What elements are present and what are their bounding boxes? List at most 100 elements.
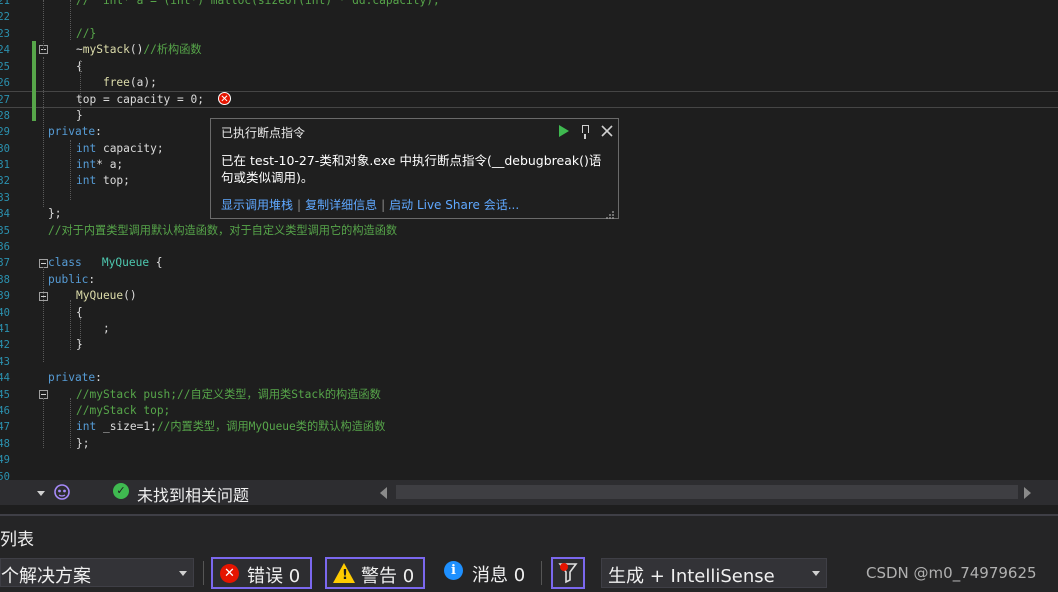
line-number: 31 (0, 159, 10, 171)
code-line[interactable]: 40{ (0, 305, 1058, 322)
scope-dropdown[interactable]: 个解决方案 (0, 558, 194, 587)
line-number: 44 (0, 372, 10, 385)
code-line[interactable]: 41 ; (0, 321, 1058, 338)
code-text: public: (48, 272, 96, 286)
change-indicator (32, 41, 36, 121)
indent-guide (70, 398, 71, 448)
indent-guide (43, 398, 44, 448)
check-circle-icon: ✓ (113, 483, 129, 499)
warnings-label: 警告 0 (361, 566, 415, 587)
scope-label: 个解决方案 (1, 566, 91, 587)
code-text: //对于内置类型调用默认构造函数，对于自定义类型调用它的构造函数 (48, 223, 398, 237)
scroll-left-icon[interactable] (380, 487, 387, 499)
line-number: 34 (0, 208, 10, 221)
filter-button[interactable] (551, 557, 585, 589)
build-source-label: 生成 + IntelliSense (608, 566, 775, 587)
code-text: private: (48, 371, 102, 385)
zoom-dropdown[interactable] (0, 482, 50, 503)
error-icon: ✕ (220, 564, 239, 583)
code-line[interactable]: 43 (0, 354, 1058, 371)
line-number: 47 (0, 421, 10, 434)
code-line[interactable]: 22 (0, 9, 1058, 26)
warnings-filter-button[interactable]: 警告 0 (325, 557, 425, 589)
indent-guide (80, 318, 81, 348)
line-number: 39 (0, 290, 10, 303)
scroll-right-icon[interactable] (1024, 487, 1031, 499)
code-line[interactable]: 46 //myStack top; (0, 403, 1058, 420)
filter-icon (558, 563, 578, 584)
watermark: CSDN @m0_74979625 (866, 564, 1037, 582)
messages-label[interactable]: 消息 0 (472, 561, 525, 587)
indent-guide (70, 0, 71, 40)
separator (203, 561, 204, 585)
errors-filter-button[interactable]: ✕ 错误 0 (211, 557, 312, 589)
code-text: ; (76, 322, 110, 335)
line-number: 40 (0, 306, 10, 319)
copy-details-link[interactable]: 复制详细信息 (305, 198, 377, 212)
code-line[interactable]: 35 //对于内置类型调用默认构造函数，对于自定义类型调用它的构造函数 (0, 223, 1058, 240)
issues-status[interactable]: 未找到相关问题 (137, 482, 249, 506)
line-number: 35 (0, 224, 10, 237)
popup-message: 已在 test-10-27-类和对象.exe 中执行断点指令(__debugbr… (221, 153, 602, 185)
code-line[interactable]: 26 free(a); (0, 75, 1058, 92)
line-number: 30 (0, 142, 10, 155)
code-line[interactable]: 50 (0, 469, 1058, 480)
indent-guide (43, 267, 44, 362)
code-text: }; (48, 207, 62, 221)
code-text: private: (48, 125, 102, 139)
code-line[interactable]: 38 public: (0, 272, 1058, 289)
code-line[interactable]: 42} (0, 337, 1058, 354)
code-line[interactable]: 25{ (0, 59, 1058, 76)
indent-guide (43, 57, 44, 207)
line-number: 23 (0, 27, 10, 40)
code-line[interactable]: 44 private: (0, 370, 1058, 387)
build-source-dropdown[interactable]: 生成 + IntelliSense (601, 558, 827, 588)
line-number: 43 (0, 355, 10, 368)
code-line[interactable]: 24 ~myStack()//析构函数 (0, 42, 1058, 59)
editor-status-bar: ✓ 未找到相关问题 (0, 480, 1058, 505)
line-number: 42 (0, 339, 10, 352)
code-text: class MyQueue { (48, 256, 163, 270)
start-live-share-link[interactable]: 启动 Live Share 会话... (389, 198, 519, 212)
line-number: 36 (0, 241, 10, 253)
scrollbar-track[interactable] (396, 485, 1018, 499)
horizontal-scrollbar[interactable] (374, 482, 1044, 503)
code-text: int _size=1;//内置类型，调用MyQueue类的默认构造函数 (76, 420, 386, 434)
code-line[interactable]: 39 MyQueue() (0, 288, 1058, 305)
code-line[interactable]: 21 // int* a = (int*) malloc(sizeof(int) … (0, 0, 1058, 10)
code-text: }; (76, 436, 90, 450)
line-number: 22 (0, 11, 10, 24)
code-line[interactable]: 47 int _size=1;//内置类型，调用MyQueue类的默认构造函数 (0, 419, 1058, 436)
info-icon[interactable]: i (444, 561, 463, 580)
resize-grip-icon[interactable] (605, 205, 615, 219)
line-number: 25 (0, 60, 10, 73)
code-text: int* a; (76, 158, 124, 171)
code-line[interactable]: 37 class MyQueue { (0, 255, 1058, 272)
continue-icon[interactable] (556, 123, 572, 139)
code-editor[interactable]: 21 // int* a = (int*) malloc(sizeof(int) … (0, 0, 1058, 480)
code-line[interactable]: 45 //myStack push;//自定义类型，调用类Stack的构造函数 (0, 387, 1058, 404)
error-list-panel: 列表 个解决方案 ✕ 错误 0 警告 0 i 消息 0 生成 + Intelli… (0, 514, 1058, 592)
line-number: 49 (0, 454, 10, 467)
code-line[interactable]: 36 (0, 239, 1058, 256)
code-line[interactable]: 48}; (0, 436, 1058, 453)
separator (541, 561, 542, 585)
line-number: 29 (0, 126, 10, 139)
code-line[interactable]: 23 //} (0, 26, 1058, 43)
pin-icon[interactable] (578, 123, 594, 139)
copilot-icon[interactable] (53, 483, 71, 501)
code-line[interactable]: 27 top = capacity = 0; (0, 91, 1058, 108)
code-line[interactable]: 49 (0, 452, 1058, 469)
line-number: 27 (0, 94, 10, 107)
code-text: //myStack push;//自定义类型，调用类Stack的构造函数 (76, 387, 381, 401)
line-number: 37 (0, 257, 10, 270)
close-icon[interactable] (599, 123, 615, 139)
code-text: } (76, 108, 83, 122)
line-number: 32 (0, 175, 10, 188)
line-number: 21 (0, 0, 10, 7)
popup-title: 已执行断点指令 (221, 126, 306, 140)
line-number: 50 (0, 470, 10, 480)
breakpoint-error-icon[interactable]: ✕ (218, 92, 231, 105)
line-number: 45 (0, 388, 10, 401)
show-call-stack-link[interactable]: 显示调用堆栈 (221, 198, 293, 212)
